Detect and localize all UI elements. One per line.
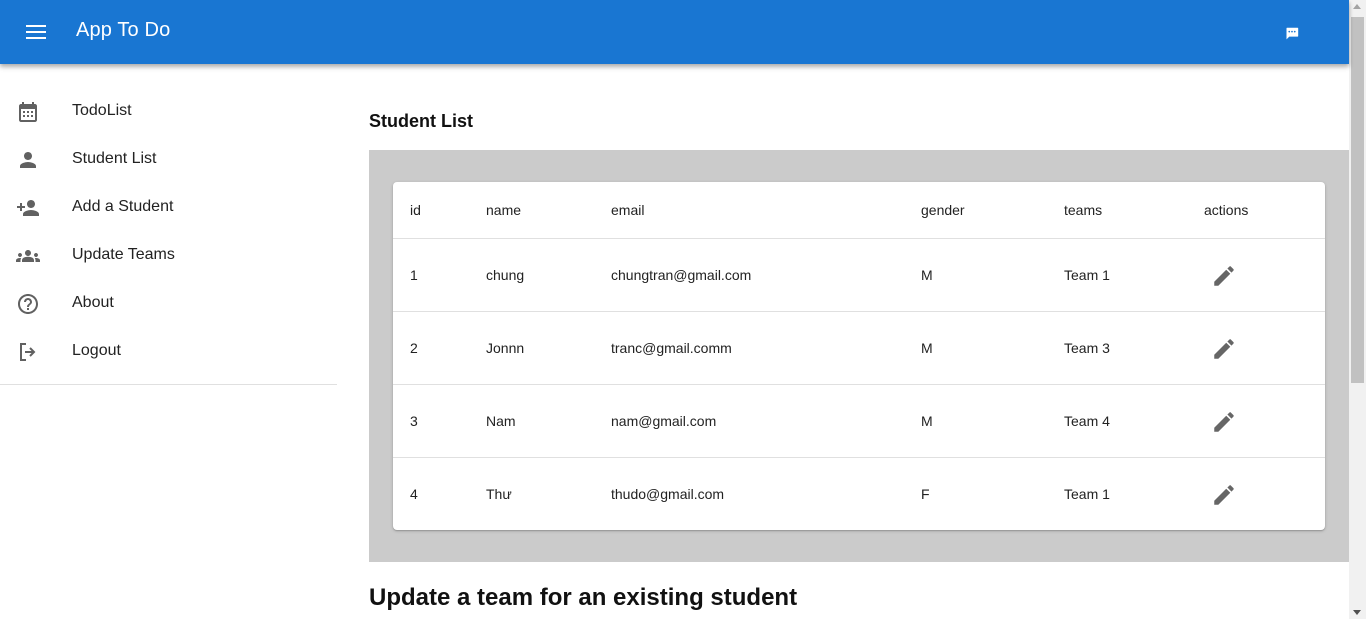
- table-header-row: id name email gender teams actions: [393, 182, 1325, 239]
- header-actions: actions: [1204, 202, 1249, 218]
- cell-gender: M: [921, 267, 933, 283]
- header-name: name: [486, 202, 522, 218]
- menu-icon[interactable]: [20, 18, 52, 46]
- side-drawer: TodoList Student List Add a Student Upda…: [0, 64, 337, 619]
- nav-item-label: Student List: [72, 150, 157, 167]
- drawer-divider: [0, 384, 337, 385]
- nav-item-about[interactable]: About: [0, 280, 337, 328]
- edit-icon[interactable]: [1211, 409, 1237, 435]
- nav-item-todolist[interactable]: TodoList: [0, 88, 337, 136]
- student-table: id name email gender teams actions 1 chu…: [393, 182, 1325, 530]
- scroll-down-icon[interactable]: [1353, 610, 1361, 615]
- cell-teams: Team 1: [1064, 267, 1110, 283]
- cell-gender: M: [921, 413, 933, 429]
- nav-list: TodoList Student List Add a Student Upda…: [0, 64, 337, 376]
- page-scrollbar[interactable]: [1349, 0, 1366, 619]
- cell-teams: Team 3: [1064, 340, 1110, 356]
- cell-name: Nam: [486, 413, 516, 429]
- cell-gender: F: [921, 486, 930, 502]
- header-gender: gender: [921, 202, 965, 218]
- table-row: 1 chung chungtran@gmail.com M Team 1: [393, 239, 1325, 312]
- cell-id: 2: [410, 340, 418, 356]
- person-add-icon: [16, 196, 40, 220]
- nav-item-logout[interactable]: Logout: [0, 328, 337, 376]
- table-row: 2 Jonnn tranc@gmail.comm M Team 3: [393, 312, 1325, 385]
- nav-item-label: Add a Student: [72, 198, 174, 215]
- cell-email: thudo@gmail.com: [611, 486, 725, 502]
- person-icon: [16, 148, 40, 172]
- nav-item-label: Logout: [72, 342, 121, 359]
- calendar-icon: [16, 100, 40, 124]
- table-row: 4 Thư thudo@gmail.com F Team 1: [393, 458, 1325, 531]
- header-email: email: [611, 202, 645, 218]
- section-title: Student List: [369, 111, 473, 131]
- nav-item-student-list[interactable]: Student List: [0, 136, 337, 184]
- cell-id: 1: [410, 267, 418, 283]
- update-team-heading: Update a team for an existing student: [369, 584, 798, 611]
- nav-item-label: TodoList: [72, 102, 132, 119]
- cell-email: nam@gmail.com: [611, 413, 717, 429]
- table-panel: id name email gender teams actions 1 chu…: [369, 150, 1349, 562]
- cell-teams: Team 1: [1064, 486, 1110, 502]
- cell-gender: M: [921, 340, 933, 356]
- cell-name: chung: [486, 267, 525, 283]
- logout-icon: [16, 340, 40, 364]
- chat-icon[interactable]: [1281, 22, 1303, 44]
- app-bar: App To Do: [0, 0, 1349, 64]
- cell-email: tranc@gmail.comm: [611, 340, 732, 356]
- cell-id: 3: [410, 413, 418, 429]
- app-title: App To Do: [76, 19, 171, 41]
- scroll-up-icon[interactable]: [1353, 4, 1361, 9]
- cell-name: Thư: [486, 486, 512, 502]
- edit-icon[interactable]: [1211, 336, 1237, 362]
- nav-item-label: About: [72, 294, 114, 311]
- help-icon: [16, 292, 40, 316]
- scroll-thumb[interactable]: [1351, 17, 1364, 383]
- cell-id: 4: [410, 486, 418, 502]
- table-row: 3 Nam nam@gmail.com M Team 4: [393, 385, 1325, 458]
- nav-item-update-teams[interactable]: Update Teams: [0, 232, 337, 280]
- header-teams: teams: [1064, 202, 1103, 218]
- edit-icon[interactable]: [1211, 263, 1237, 289]
- cell-name: Jonnn: [486, 340, 525, 356]
- group-icon: [15, 244, 40, 268]
- header-id: id: [410, 202, 421, 218]
- cell-email: chungtran@gmail.com: [611, 267, 752, 283]
- nav-item-add-student[interactable]: Add a Student: [0, 184, 337, 232]
- nav-item-label: Update Teams: [72, 246, 175, 263]
- edit-icon[interactable]: [1211, 482, 1237, 508]
- cell-teams: Team 4: [1064, 413, 1110, 429]
